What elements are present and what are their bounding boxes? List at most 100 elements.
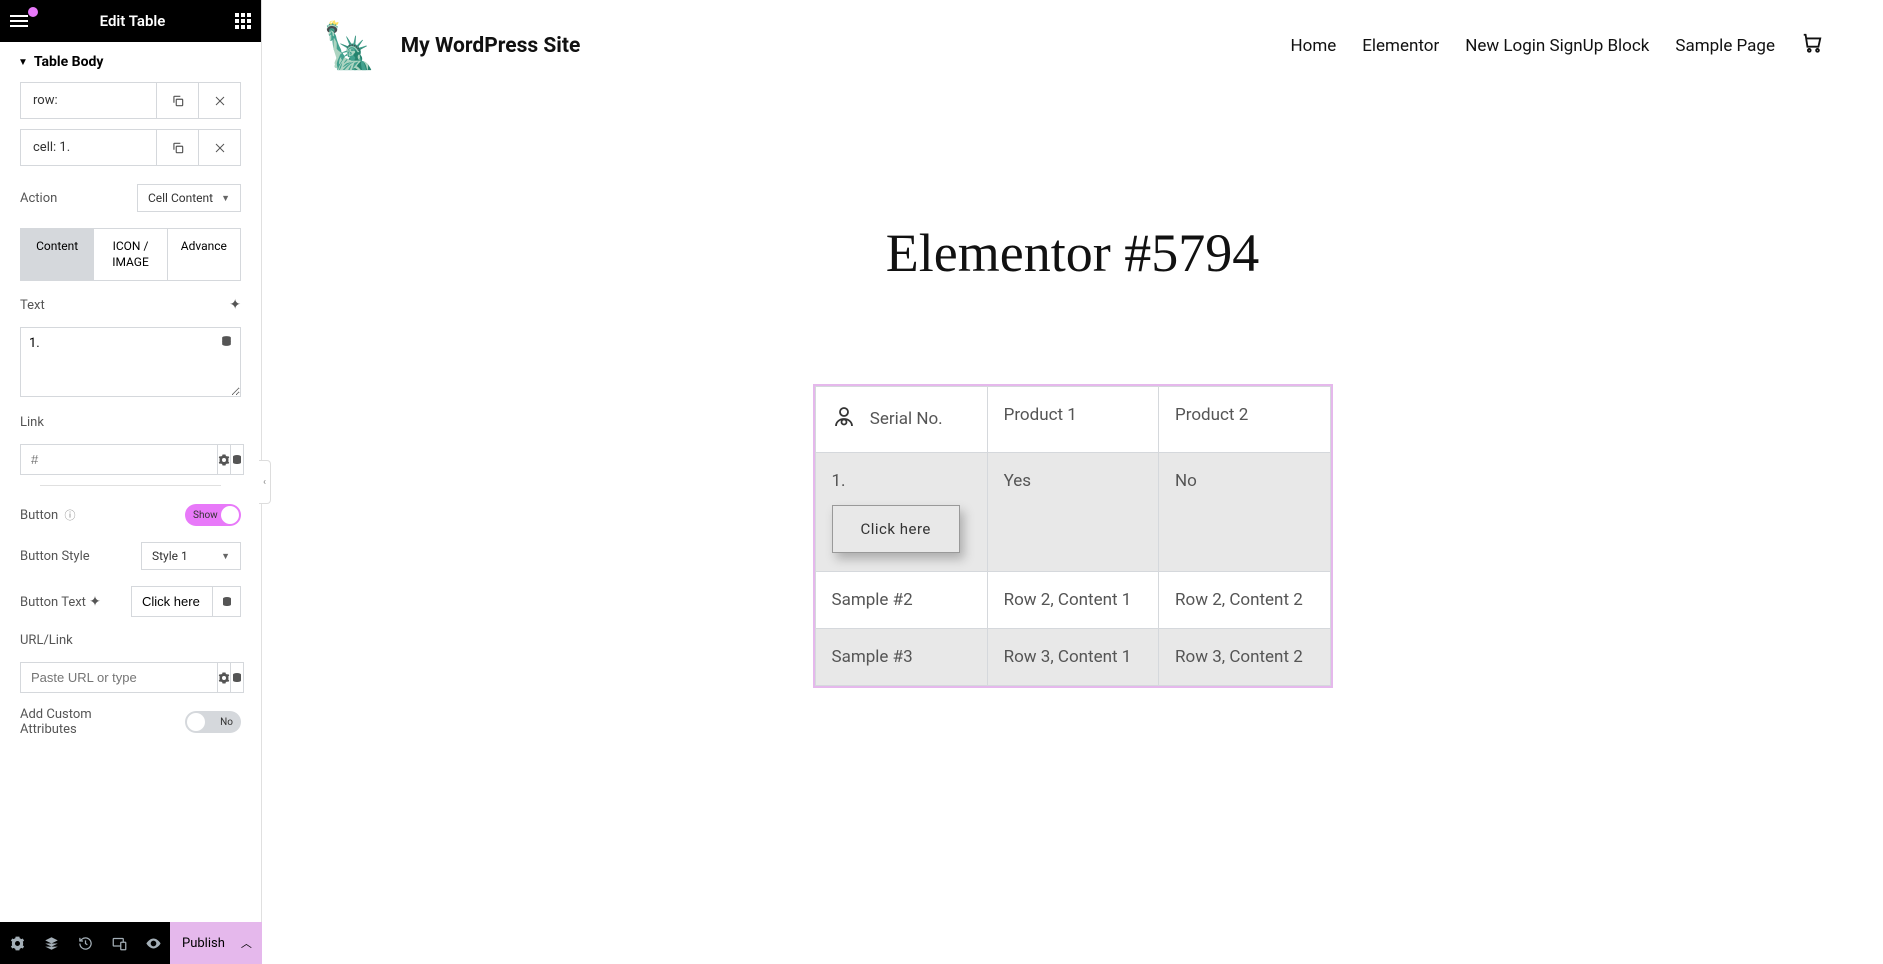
duplicate-cell-button[interactable] <box>156 130 198 165</box>
eye-icon <box>145 935 162 952</box>
help-icon[interactable]: ⓘ <box>64 509 75 522</box>
row-item[interactable]: row: <box>20 82 241 119</box>
cart-button[interactable] <box>1801 32 1823 60</box>
link-input[interactable] <box>20 444 218 475</box>
preview-canvas: 🗽 My WordPress Site Home Elementor New L… <box>262 0 1883 964</box>
section-title: Table Body <box>34 54 104 70</box>
table-cell: Row 3, Content 2 <box>1159 629 1330 686</box>
button-text-label: Button Text ✦ <box>20 594 101 610</box>
nav-sample-page[interactable]: Sample Page <box>1675 36 1775 56</box>
table-header-cell: Product 2 <box>1159 387 1330 453</box>
text-input[interactable]: 1. <box>20 327 241 397</box>
copy-icon <box>171 141 185 155</box>
link-dynamic-button[interactable] <box>231 444 244 475</box>
table-row: 1. Click here Yes No <box>815 453 1330 572</box>
database-icon <box>231 672 243 684</box>
url-link-label: URL/Link <box>20 633 73 648</box>
nav-login-signup[interactable]: New Login SignUp Block <box>1465 36 1649 56</box>
row-label: row: <box>21 83 156 118</box>
cart-icon <box>1801 32 1823 54</box>
history-button[interactable] <box>68 922 102 964</box>
layers-icon <box>44 936 59 951</box>
custom-attributes-label: Add Custom Attributes <box>20 707 120 737</box>
cell-item[interactable]: cell: 1. <box>20 129 241 166</box>
ai-sparkle-icon[interactable]: ✦ <box>89 594 101 610</box>
button-text-dynamic-button[interactable] <box>213 586 241 617</box>
link-options-button[interactable] <box>218 444 231 475</box>
caret-down-icon: ▼ <box>18 57 28 68</box>
table-cell: Row 3, Content 1 <box>987 629 1158 686</box>
section-table-body[interactable]: ▼ Table Body <box>0 42 261 82</box>
nav-elementor[interactable]: Elementor <box>1362 36 1439 56</box>
table-cell: Sample #3 <box>815 629 987 686</box>
button-text-input[interactable] <box>131 586 213 617</box>
site-logo[interactable]: 🗽 <box>322 20 377 72</box>
button-toggle[interactable]: Show <box>185 504 241 526</box>
url-options-button[interactable] <box>218 662 231 693</box>
url-input[interactable] <box>20 662 218 693</box>
collapse-sidebar-button[interactable]: ‹ <box>259 460 271 504</box>
table-cell: Row 2, Content 2 <box>1159 572 1330 629</box>
tab-content[interactable]: Content <box>21 229 94 280</box>
dynamic-tags-button[interactable] <box>220 335 233 351</box>
tab-advance[interactable]: Advance <box>168 229 240 280</box>
database-icon <box>221 596 233 608</box>
table-header-cell: Product 1 <box>987 387 1158 453</box>
table-row: Sample #3 Row 3, Content 1 Row 3, Conten… <box>815 629 1330 686</box>
nav-home[interactable]: Home <box>1291 36 1337 56</box>
action-label: Action <box>20 191 57 206</box>
responsive-button[interactable] <box>102 922 136 964</box>
table-cell: Row 2, Content 1 <box>987 572 1158 629</box>
site-title[interactable]: My WordPress Site <box>401 34 581 58</box>
table-row: Sample #2 Row 2, Content 1 Row 2, Conten… <box>815 572 1330 629</box>
preview-button[interactable] <box>136 922 170 964</box>
gear-icon <box>10 936 25 951</box>
ai-sparkle-icon[interactable]: ✦ <box>229 297 241 313</box>
site-header: 🗽 My WordPress Site Home Elementor New L… <box>262 0 1883 92</box>
cell-label: cell: 1. <box>21 130 156 165</box>
remove-row-button[interactable] <box>198 83 240 118</box>
sidebar-header: Edit Table <box>0 0 261 42</box>
action-select[interactable]: Cell Content ▼ <box>137 184 241 212</box>
cell-button[interactable]: Click here <box>832 505 960 553</box>
text-label: Text <box>20 298 45 313</box>
editor-sidebar: Edit Table ▼ Table Body row: <box>0 0 262 964</box>
publish-button[interactable]: Publish ︿ <box>170 922 264 964</box>
close-icon <box>214 95 226 107</box>
responsive-icon <box>112 936 127 951</box>
content-tabs: Content ICON / IMAGE Advance <box>20 228 241 281</box>
gear-icon <box>218 672 230 684</box>
button-style-select[interactable]: Style 1 ▼ <box>141 542 241 570</box>
custom-attributes-toggle[interactable]: No <box>185 711 241 733</box>
history-icon <box>78 936 93 951</box>
site-nav: Home Elementor New Login SignUp Block Sa… <box>1291 32 1824 60</box>
table-widget[interactable]: Serial No. Product 1 Product 2 1. Click … <box>813 384 1333 688</box>
sidebar-footer: Publish ︿ <box>0 922 261 964</box>
chevron-left-icon: ‹ <box>263 477 266 488</box>
widgets-grid-button[interactable] <box>235 13 251 29</box>
table-cell: Yes <box>987 453 1158 572</box>
sidebar-body: ▼ Table Body row: cell: 1. <box>0 42 261 922</box>
copy-icon <box>171 94 185 108</box>
table-cell: No <box>1159 453 1330 572</box>
duplicate-row-button[interactable] <box>156 83 198 118</box>
button-style-label: Button Style <box>20 549 90 564</box>
gear-icon <box>218 454 230 466</box>
sidebar-title: Edit Table <box>100 12 166 30</box>
close-icon <box>214 142 226 154</box>
database-icon <box>220 335 233 348</box>
settings-button[interactable] <box>0 922 34 964</box>
page-title: Elementor #5794 <box>262 222 1883 284</box>
tab-icon-image[interactable]: ICON / IMAGE <box>94 229 167 280</box>
menu-button[interactable] <box>10 15 30 27</box>
button-label: Button ⓘ <box>20 507 75 523</box>
navigator-button[interactable] <box>34 922 68 964</box>
user-icon <box>832 405 856 434</box>
database-icon <box>231 454 243 466</box>
table-header-cell: Serial No. <box>815 387 987 453</box>
caret-down-icon: ▼ <box>221 551 230 562</box>
remove-cell-button[interactable] <box>198 130 240 165</box>
url-dynamic-button[interactable] <box>231 662 244 693</box>
link-label: Link <box>20 415 44 430</box>
table-header-row: Serial No. Product 1 Product 2 <box>815 387 1330 453</box>
